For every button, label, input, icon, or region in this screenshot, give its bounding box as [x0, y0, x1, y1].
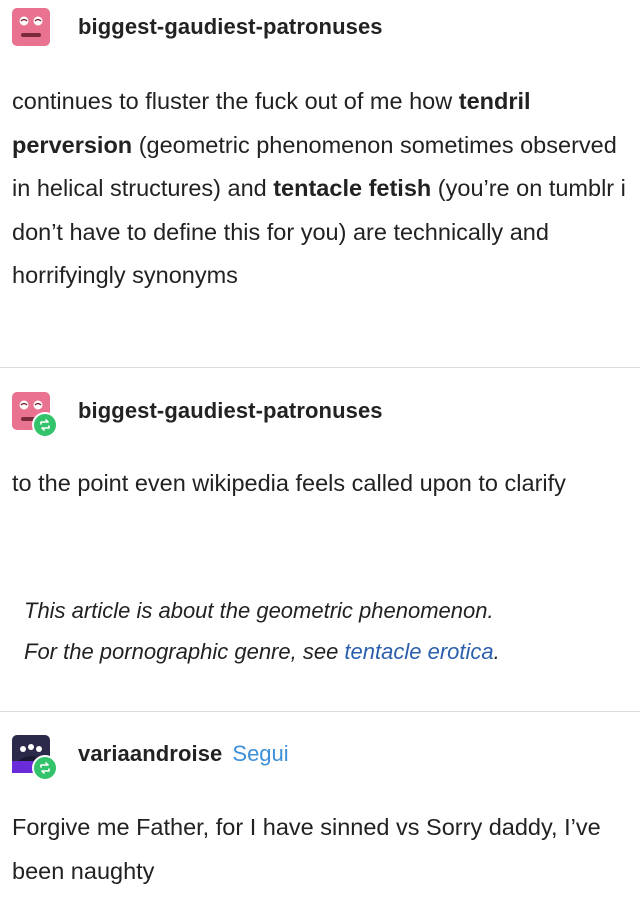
tentacle-erotica-link[interactable]: tentacle erotica — [344, 639, 493, 664]
post-1-body: continues to fluster the fuck out of me … — [12, 80, 628, 298]
reblog-icon — [32, 755, 58, 781]
username[interactable]: variaandroise — [78, 741, 222, 767]
quote-line: For the pornographic genre, see tentacle… — [24, 631, 624, 672]
username[interactable]: biggest-gaudiest-patronuses — [78, 14, 383, 40]
post-divider — [0, 367, 640, 368]
post-1-header: biggest-gaudiest-patronuses — [12, 7, 383, 47]
avatar-face-icon — [12, 8, 50, 46]
post-divider — [0, 711, 640, 712]
post-3-header: variaandroise Segui — [12, 734, 289, 781]
post-2-body: to the point even wikipedia feels called… — [12, 470, 566, 496]
post-3-body: Forgive me Father, for I have sinned vs … — [12, 814, 601, 884]
bold-term: tentacle fetish — [273, 175, 432, 201]
quote-line: This article is about the geometric phen… — [24, 598, 494, 623]
avatar-biggest-gaudiest-patronuses[interactable] — [12, 392, 58, 438]
quote-text: For the pornographic genre, see — [24, 639, 345, 664]
avatar-biggest-gaudiest-patronuses[interactable] — [12, 8, 50, 46]
post-text: continues to fluster the fuck out of me … — [12, 88, 459, 114]
post-2-header: biggest-gaudiest-patronuses — [12, 391, 383, 438]
avatar-variaandroise[interactable] — [12, 735, 58, 781]
quote-text: . — [493, 639, 500, 664]
follow-button[interactable]: Segui — [232, 741, 288, 767]
reblog-icon — [32, 412, 58, 438]
wikipedia-quote: This article is about the geometric phen… — [24, 590, 624, 672]
username[interactable]: biggest-gaudiest-patronuses — [78, 398, 383, 424]
